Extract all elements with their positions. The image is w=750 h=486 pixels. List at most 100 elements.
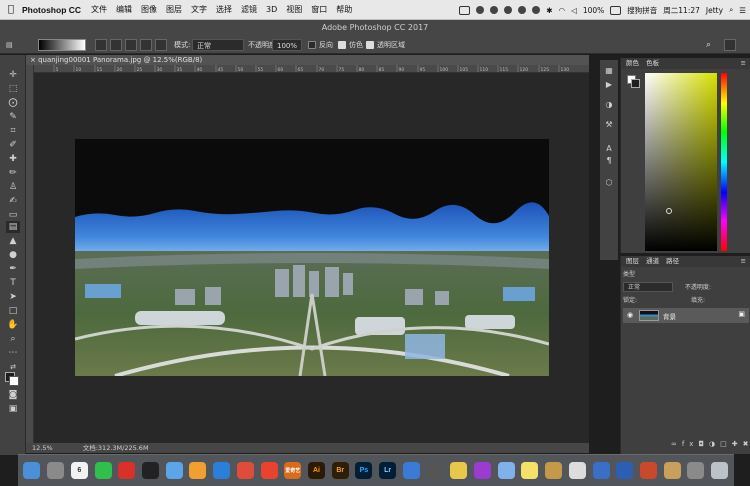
3d-panel-icon[interactable]: ⬡ bbox=[603, 178, 615, 189]
panel-menu-icon[interactable]: ≡ bbox=[741, 58, 746, 69]
search-icon[interactable]: ⌕ bbox=[706, 39, 711, 51]
app-name[interactable]: Photoshop CC bbox=[22, 5, 81, 15]
screen-mode-icon[interactable]: ▣ bbox=[6, 403, 20, 415]
reflected-gradient-button[interactable] bbox=[140, 39, 152, 51]
notes-icon[interactable] bbox=[521, 462, 539, 479]
adjust-panel-icon[interactable]: ◑ bbox=[603, 100, 615, 111]
delete-layer-icon[interactable]: ✖ bbox=[743, 440, 750, 448]
menu-item-type[interactable]: 文字 bbox=[191, 4, 207, 15]
crop-tool-icon[interactable]: ⌗ bbox=[6, 125, 20, 137]
wechat-icon[interactable] bbox=[94, 462, 112, 479]
move-tool-icon[interactable]: ✛ bbox=[6, 69, 20, 81]
tab-channels[interactable]: 通道 bbox=[646, 257, 659, 265]
menu-item-3d[interactable]: 3D bbox=[266, 5, 277, 14]
wechat-tray-icon[interactable] bbox=[476, 6, 485, 14]
sync-tray-icon[interactable] bbox=[504, 6, 513, 14]
mosaic-icon[interactable] bbox=[545, 462, 563, 479]
reverse-option[interactable]: 反向 bbox=[308, 39, 333, 51]
eyedropper-tool-icon[interactable]: ✐ bbox=[6, 139, 20, 151]
font-icon[interactable] bbox=[568, 462, 586, 479]
lasso-tool-icon[interactable]: ⨀ bbox=[6, 97, 20, 109]
powerpoint-icon[interactable] bbox=[640, 462, 658, 479]
tab-color[interactable]: 颜色 bbox=[626, 59, 639, 67]
bridge-icon[interactable]: Br bbox=[331, 462, 349, 479]
quick-mask-icon[interactable]: ◙ bbox=[6, 389, 20, 401]
diamond-gradient-button[interactable] bbox=[155, 39, 167, 51]
menu-item-window[interactable]: 窗口 bbox=[311, 4, 327, 15]
link-layers-icon[interactable]: ∞ bbox=[671, 440, 682, 448]
play-actions-icon[interactable]: ▶ bbox=[603, 80, 615, 91]
menu-item-layer[interactable]: 图层 bbox=[166, 4, 182, 15]
transparency-option[interactable]: 透明区域 bbox=[366, 39, 405, 51]
tab-layers[interactable]: 图层 bbox=[626, 257, 639, 265]
stamp-tool-icon[interactable]: ♙ bbox=[6, 181, 20, 193]
new-layer-icon[interactable]: ✚ bbox=[732, 440, 743, 448]
spotlight-icon[interactable]: ⌕ bbox=[729, 5, 733, 15]
eraser-tool-icon[interactable]: ▭ bbox=[6, 209, 20, 221]
chrome-icon[interactable] bbox=[236, 462, 254, 479]
layer-row-background[interactable]: ◉ 背景 ▣ bbox=[623, 308, 749, 323]
close-tab-icon[interactable]: × bbox=[30, 56, 36, 64]
bluetooth-icon[interactable]: ✱ bbox=[546, 6, 552, 15]
transparency-checkbox[interactable] bbox=[366, 41, 374, 49]
layer-filter-row[interactable]: 类型 bbox=[623, 269, 749, 280]
radial-gradient-button[interactable] bbox=[110, 39, 122, 51]
color-picker-field[interactable] bbox=[645, 73, 717, 251]
music-163-icon[interactable] bbox=[118, 462, 136, 479]
opacity-field[interactable]: 100% bbox=[272, 39, 302, 51]
healing-tool-icon[interactable]: ✚ bbox=[6, 153, 20, 165]
calendar-icon[interactable]: 6 bbox=[70, 462, 88, 479]
app-store-icon[interactable] bbox=[165, 462, 183, 479]
battery-percent[interactable]: 100% bbox=[583, 6, 604, 15]
workspace-button[interactable] bbox=[724, 39, 736, 51]
zoom-tool-icon[interactable]: ⌕ bbox=[6, 333, 20, 345]
layers-menu-icon[interactable]: ≡ bbox=[741, 256, 746, 267]
cloud-tray-icon[interactable] bbox=[532, 6, 541, 14]
menu-item-select[interactable]: 选择 bbox=[216, 4, 232, 15]
mask-icon[interactable]: ◘ bbox=[698, 440, 709, 448]
stickies-icon[interactable] bbox=[450, 462, 468, 479]
system-prefs-icon[interactable] bbox=[687, 462, 705, 479]
hue-slider[interactable] bbox=[721, 73, 727, 251]
brush-tool-icon[interactable]: ✏ bbox=[6, 167, 20, 179]
mode-select[interactable]: 正常 bbox=[192, 39, 244, 51]
paragraph-panel-icon[interactable]: ¶ bbox=[603, 156, 615, 167]
canvas-area[interactable] bbox=[34, 73, 589, 443]
document-tab[interactable]: × quanjing00001 Panorama.jpg @ 12.5%(RGB… bbox=[26, 55, 589, 65]
notification-icon[interactable]: ☰ bbox=[739, 6, 746, 15]
blur-tool-icon[interactable]: ▲ bbox=[6, 235, 20, 247]
tab-swatches[interactable]: 色板 bbox=[646, 59, 659, 67]
dodge-tool-icon[interactable]: ● bbox=[6, 249, 20, 261]
info-icon[interactable] bbox=[402, 462, 420, 479]
lightroom-icon[interactable]: Lr bbox=[379, 462, 397, 479]
more-tools-icon[interactable]: ⋯ bbox=[6, 347, 20, 359]
launchpad-icon[interactable] bbox=[47, 462, 65, 479]
davinci-icon[interactable] bbox=[474, 462, 492, 479]
books-icon[interactable] bbox=[663, 462, 681, 479]
menu-item-view[interactable]: 视图 bbox=[286, 4, 302, 15]
netease-icon[interactable] bbox=[260, 462, 278, 479]
document-info[interactable]: 文档:312.3M/225.6M bbox=[83, 444, 149, 452]
path-select-tool-icon[interactable]: ➤ bbox=[6, 291, 20, 303]
word-icon[interactable] bbox=[616, 462, 634, 479]
iqiyi-icon[interactable]: 爱奇艺 bbox=[284, 462, 302, 479]
color-picker-cursor[interactable] bbox=[666, 208, 672, 214]
dither-option[interactable]: 仿色 bbox=[338, 39, 363, 51]
qq-tray-icon[interactable] bbox=[490, 6, 499, 14]
zoom-level[interactable]: 12.5% bbox=[32, 444, 53, 452]
app-icon[interactable] bbox=[592, 462, 610, 479]
clock[interactable]: 周二11:27 bbox=[663, 5, 700, 16]
fx-icon[interactable]: fx bbox=[682, 440, 699, 448]
gradient-preview[interactable] bbox=[38, 39, 86, 51]
final-cut-icon[interactable] bbox=[426, 462, 444, 479]
shape-tool-icon[interactable]: □ bbox=[6, 305, 20, 317]
adjustment-icon[interactable]: ◑ bbox=[709, 440, 720, 448]
qq-icon[interactable] bbox=[141, 462, 159, 479]
menu-item-filter[interactable]: 滤镜 bbox=[241, 4, 257, 15]
gradient-tool-icon[interactable]: ▤ bbox=[6, 221, 20, 233]
finder-icon[interactable] bbox=[23, 462, 41, 479]
menu-item-file[interactable]: 文件 bbox=[91, 4, 107, 15]
history-panel-icon[interactable]: ▦ bbox=[603, 66, 615, 77]
screen-icon[interactable] bbox=[459, 5, 471, 15]
illustrator-icon[interactable]: Ai bbox=[307, 462, 325, 479]
